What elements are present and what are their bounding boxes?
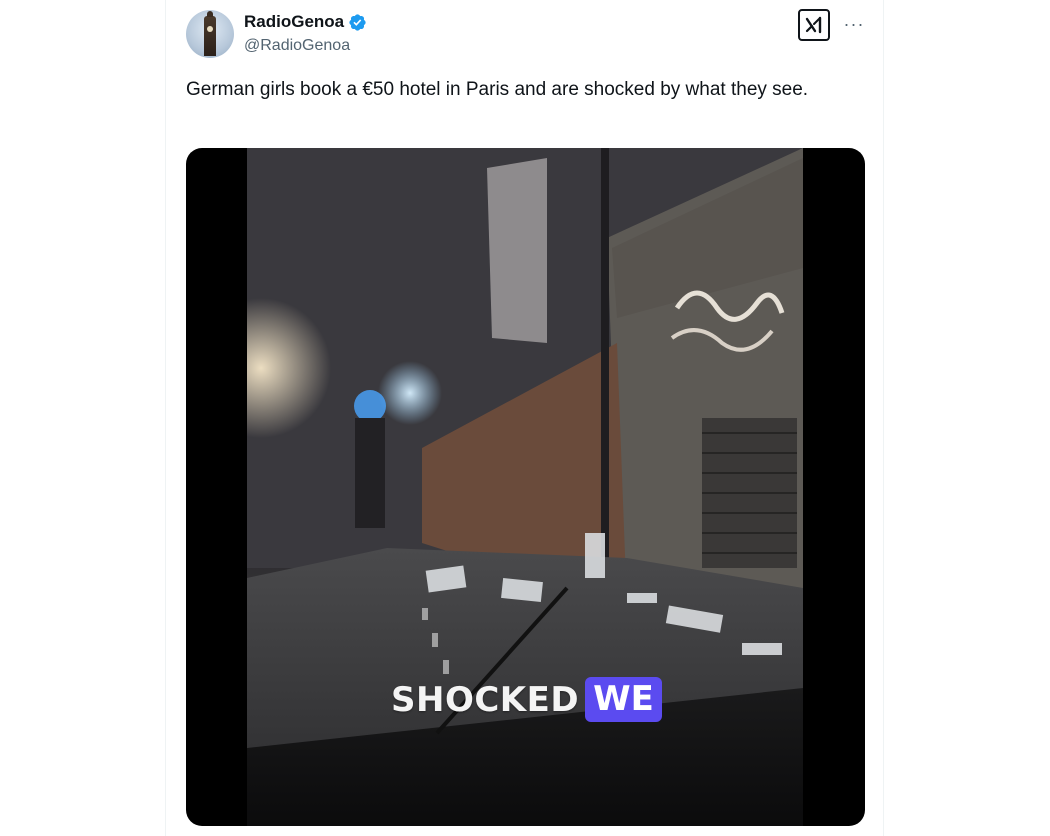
avatar-tower-image <box>204 11 216 56</box>
watermark-badge: WE <box>585 677 662 722</box>
author-avatar[interactable] <box>186 10 234 58</box>
author-handle[interactable]: @RadioGenoa <box>244 37 350 55</box>
verified-badge-icon[interactable] <box>348 13 367 32</box>
grok-icon <box>805 16 822 34</box>
tweet-media[interactable]: SHOCKED WE <box>186 148 865 826</box>
tweet-text: German girls book a €50 hotel in Paris a… <box>186 79 809 100</box>
more-options-button[interactable]: ··· <box>842 12 866 36</box>
avatar-clock-image <box>207 26 213 32</box>
video-player[interactable]: SHOCKED WE <box>247 148 803 826</box>
watermark-word: SHOCKED <box>391 679 580 720</box>
author-display-name[interactable]: RadioGenoa <box>244 12 344 32</box>
author-name-row: RadioGenoa <box>244 12 367 32</box>
more-icon: ··· <box>843 13 865 34</box>
video-watermark: SHOCKED WE <box>391 677 662 722</box>
tweet-card: RadioGenoa @RadioGenoa ··· German girls … <box>165 0 884 836</box>
grok-button[interactable] <box>798 9 830 41</box>
video-frame-image <box>247 148 803 826</box>
